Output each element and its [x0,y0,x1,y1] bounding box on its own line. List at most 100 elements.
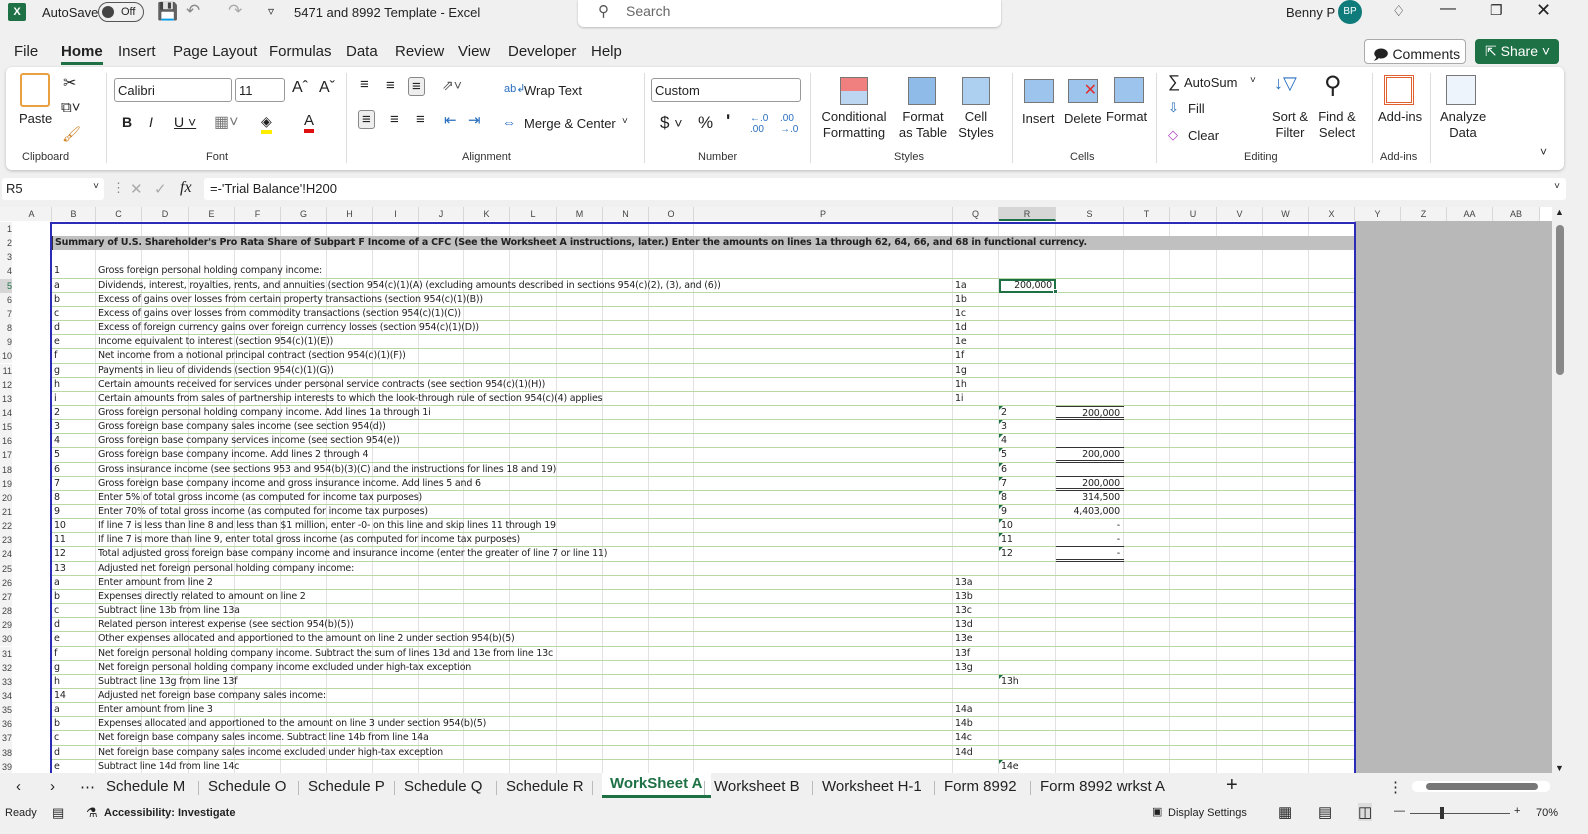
column-header[interactable]: C [96,207,142,221]
row-header[interactable]: 33 [0,674,12,689]
paste-button[interactable]: Paste [19,111,52,126]
decrease-font-icon[interactable]: Aˇ [319,79,335,97]
line-ref-cell[interactable]: 3 [999,420,1056,434]
merge-dropdown-icon[interactable]: ˅ [622,116,628,127]
row-header[interactable]: 39 [0,759,12,773]
sheet-tab[interactable]: Schedule O [208,778,286,795]
bold-button[interactable]: B [122,114,132,130]
vertical-scrollbar[interactable]: ▲ ▼ [1552,207,1568,773]
line-ref-cell[interactable]: 5 [999,448,1056,462]
line-number-cell[interactable]: h [52,675,96,689]
diamond-icon[interactable]: ♢ [1392,2,1405,20]
row-header[interactable]: 2 [0,236,12,251]
row-header[interactable]: 31 [0,646,12,661]
line-number-cell[interactable]: h [52,378,96,392]
line-number-cell[interactable]: 8 [52,491,96,505]
select-all-corner[interactable] [0,207,12,221]
amount-cell[interactable]: - [1056,533,1124,548]
description-cell[interactable]: Subtract line 13b from line 13a [96,604,946,618]
sheet-tab[interactable]: Schedule R [506,778,584,795]
zoom-out-icon[interactable]: — [1394,805,1405,817]
share-button[interactable]: ⇱ Share ˅ [1475,39,1559,64]
search-box[interactable]: ⚲ Search [578,0,1001,27]
clear-button[interactable]: Clear [1188,128,1219,143]
amount-cell[interactable]: - [1056,519,1124,533]
sheet-tab[interactable]: WorkSheet A [602,773,711,798]
font-name-select[interactable]: Calibri [114,78,232,102]
description-cell[interactable]: Gross foreign base company income. Add l… [96,448,946,462]
paste-icon[interactable] [20,73,50,107]
line-number-cell[interactable]: g [52,364,96,378]
line-number-cell[interactable]: g [52,661,96,675]
column-header[interactable]: H [327,207,373,221]
selected-cell-r5[interactable]: 200,000 [999,278,1056,293]
page-break-view-icon[interactable]: ◫ [1358,803,1373,821]
horizontal-scrollbar[interactable] [1412,781,1550,792]
row-header[interactable]: 14 [0,405,12,421]
description-cell[interactable]: Subtract line 13g from line 13f [96,675,946,689]
line-number-cell[interactable]: d [52,746,96,760]
row-header[interactable]: 7 [0,306,12,322]
line-ref-cell[interactable]: 12 [999,547,1056,561]
row-header[interactable]: 30 [0,632,12,647]
more-options-icon[interactable]: ⋮ [112,180,125,196]
insert-cells-button[interactable]: Insert [1022,111,1055,126]
line-number-cell[interactable]: 11 [52,533,96,547]
scroll-down-icon[interactable]: ▼ [1555,763,1564,773]
line-ref-cell[interactable]: 9 [999,505,1056,519]
autosave-toggle[interactable]: Off [98,2,144,22]
increase-decimal-icon[interactable]: ←.0.00 [750,113,768,135]
sheet-tab[interactable]: Worksheet H-1 [822,778,922,795]
amount-cell[interactable]: - [1056,547,1124,562]
increase-font-icon[interactable]: Aˆ [292,79,308,97]
row-header[interactable]: 32 [0,660,12,675]
column-header[interactable]: AB [1493,207,1540,221]
description-cell[interactable]: Enter 5% of total gross income (as compu… [96,491,946,505]
column-header[interactable]: Q [953,207,999,221]
copy-icon[interactable]: ⧉˅ [61,99,80,116]
redo-icon[interactable]: ↷ [228,1,242,21]
autosum-dropdown-icon[interactable]: ˅ [1250,75,1256,86]
scroll-up-icon[interactable]: ▲ [1555,207,1564,217]
line-number-cell[interactable]: b [52,590,96,604]
description-cell[interactable]: Enter amount from line 3 [96,703,946,717]
tab-formulas[interactable]: Formulas [269,43,332,60]
description-cell[interactable]: Adjusted net foreign base company sales … [96,689,946,703]
column-header[interactable]: O [649,207,694,221]
line-ref-cell[interactable]: 14a [953,703,999,717]
amount-cell[interactable] [1056,463,1124,477]
line-number-cell[interactable]: 1 [52,264,96,278]
fill-color-icon[interactable]: ◈ [261,113,272,134]
tabs-options-icon[interactable]: ⋮ [1388,778,1403,796]
zoom-slider[interactable] [1410,813,1510,814]
line-number-cell[interactable]: 13 [52,562,96,576]
restore-icon[interactable]: ❐ [1490,2,1503,19]
column-header[interactable]: L [510,207,557,221]
tab-view[interactable]: View [458,43,490,60]
description-cell[interactable]: Enter 70% of total gross income (as comp… [96,505,946,519]
line-number-cell[interactable]: e [52,760,96,773]
line-number-cell[interactable]: f [52,647,96,661]
name-box[interactable]: R5 ˅ [2,178,104,200]
row-header[interactable]: 16 [0,434,12,449]
line-ref-cell[interactable]: 13h [999,675,1056,689]
description-cell[interactable]: Expenses directly related to amount on l… [96,590,946,604]
cell-styles-button[interactable]: Cell Styles [958,109,994,141]
column-header[interactable]: W [1263,207,1309,221]
description-cell[interactable]: Payments in lieu of dividends (section 9… [96,364,946,378]
fill-button[interactable]: Fill [1188,101,1205,116]
amount-cell[interactable]: 200,000 [1056,448,1124,463]
worksheet-title-cell[interactable]: Summary of U.S. Shareholder's Pro Rata S… [52,236,1355,251]
line-ref-cell[interactable]: 1c [953,307,999,321]
tab-developer[interactable]: Developer [508,43,576,60]
row-header[interactable]: 34 [0,688,12,704]
analyze-data-button[interactable]: Analyze Data [1440,109,1486,141]
normal-view-icon[interactable]: ▦ [1278,803,1292,821]
prev-sheet-icon[interactable]: ‹ [16,778,21,795]
borders-icon[interactable]: ▦˅ [214,112,238,132]
sheet-tab[interactable]: Schedule Q [404,778,482,795]
line-ref-cell[interactable]: 14d [953,746,999,760]
row-header[interactable]: 17 [0,448,12,463]
number-format-select[interactable]: Custom [651,78,801,102]
tab-file[interactable]: File [14,43,38,60]
